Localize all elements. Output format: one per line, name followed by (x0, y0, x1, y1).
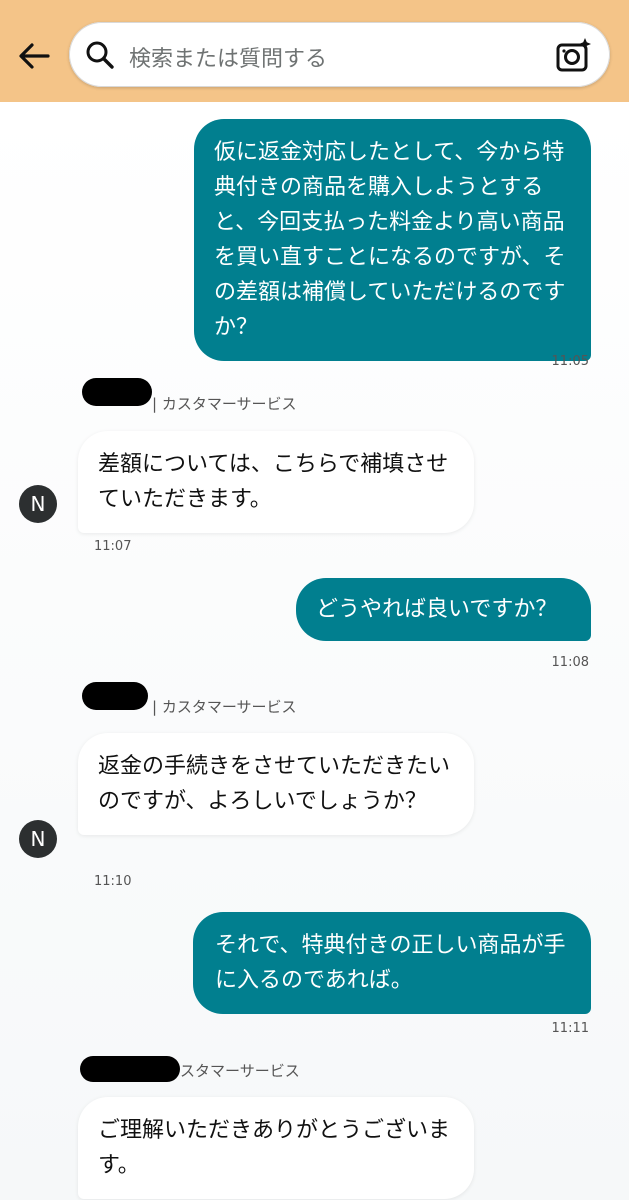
message-text: ご理解いただきありがとうございます。 (98, 1118, 451, 1178)
message-text: 返金の手続きをさせていただきたいのですが、よろしいでしょうか？ (98, 754, 451, 814)
outgoing-message: それで、特典付きの正しい商品が手に入るのであれば。 (193, 912, 591, 1014)
message-text: 差額については、こちらで補填させていただきます。 (98, 452, 449, 512)
redacted-agent-name (80, 1056, 180, 1082)
message-text: 仮に返金対応したとして、今から特典付きの商品を購入しようとすると、今回支払った料… (214, 140, 566, 340)
outgoing-message: 仮に返金対応したとして、今から特典付きの商品を購入しようとすると、今回支払った料… (194, 119, 591, 361)
message-time: 11:11 (551, 1021, 589, 1036)
message-time: 11:05 (551, 354, 589, 369)
camera-sparkle-icon[interactable] (555, 36, 593, 74)
agent-label: | カスタマーサービス (152, 698, 297, 716)
incoming-message: ご理解いただきありがとうございます。 (78, 1097, 474, 1199)
search-placeholder[interactable]: 検索または質問する (129, 41, 327, 73)
avatar: N (19, 820, 57, 858)
message-text: どうやれば良いですか？ (316, 597, 558, 622)
incoming-message: 返金の手続きをさせていただきたいのですが、よろしいでしょうか？ (78, 733, 474, 835)
message-time: 11:08 (551, 655, 589, 670)
search-bar[interactable]: 検索または質問する (69, 22, 610, 87)
agent-label: | カスタマーサービス (152, 395, 297, 413)
avatar: N (19, 485, 57, 523)
agent-label: スタマーサービス (180, 1062, 300, 1080)
search-icon (86, 41, 114, 69)
incoming-message: 差額については、こちらで補填させていただきます。 (78, 431, 474, 533)
back-arrow-icon[interactable] (14, 36, 54, 76)
header-bar: 検索または質問する (0, 0, 629, 102)
message-time: 11:10 (94, 874, 132, 889)
chat-thread[interactable]: 仮に返金対応したとして、今から特典付きの商品を購入しようとすると、今回支払った料… (0, 102, 629, 1200)
redacted-agent-name (82, 378, 152, 406)
message-time: 11:07 (94, 539, 132, 554)
outgoing-message: どうやれば良いですか？ (296, 578, 591, 641)
redacted-agent-name (82, 682, 148, 710)
message-text: それで、特典付きの正しい商品が手に入るのであれば。 (215, 933, 566, 993)
